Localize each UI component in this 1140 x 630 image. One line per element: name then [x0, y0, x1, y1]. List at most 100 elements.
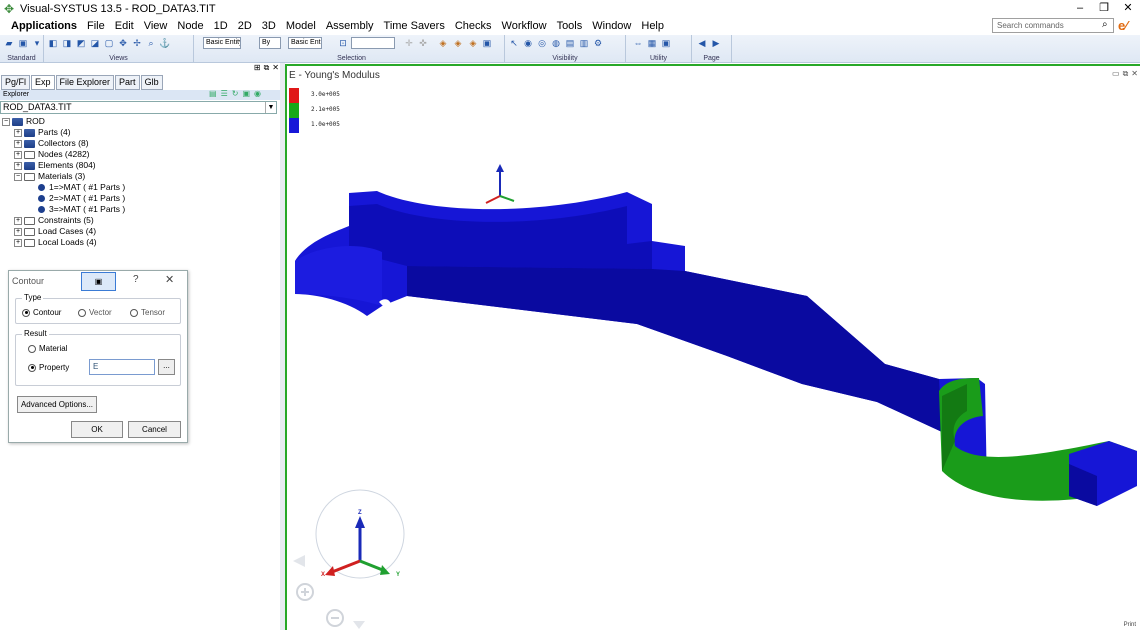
pick-icon[interactable]: ✛	[403, 37, 415, 49]
dialog-help-button[interactable]: ?	[133, 274, 139, 285]
show-icon[interactable]: ◍	[550, 37, 562, 49]
expand-icon[interactable]: +	[14, 128, 22, 137]
select-tool-icon[interactable]: ◈	[437, 37, 449, 49]
pin-icon[interactable]: ⊞	[254, 63, 261, 73]
minimize-button[interactable]: –	[1068, 0, 1092, 17]
zoom-icon[interactable]: ⌕	[145, 37, 157, 49]
page-prev-icon[interactable]: ◀	[696, 37, 708, 49]
view-top-icon[interactable]: ◨	[61, 37, 73, 49]
open-folder-icon[interactable]: ▰	[3, 37, 15, 49]
view-iso-icon[interactable]: ◩	[75, 37, 87, 49]
vector-radio[interactable]: Vector	[78, 308, 112, 317]
advanced-options-button[interactable]: Advanced Options...	[17, 396, 97, 413]
collapse-icon[interactable]: −	[2, 117, 10, 126]
menu-applications[interactable]: Applications	[6, 17, 82, 35]
contour-radio[interactable]: Contour	[22, 308, 61, 317]
graphics-viewport[interactable]: E - Young's Modulus ▭ ⧉ ✕ 3.0e+005 2.1e+…	[285, 64, 1140, 630]
select-by-select[interactable]: By	[259, 37, 281, 49]
search-icon[interactable]: ⌕	[1102, 19, 1108, 30]
tree-node-rod[interactable]: − ROD	[2, 116, 45, 127]
navigation-controls-icon[interactable]	[293, 555, 365, 629]
calculator-icon[interactable]: ▦	[646, 37, 658, 49]
entity-filter-select[interactable]: Basic Ent	[288, 37, 322, 49]
menu-tools[interactable]: Tools	[552, 17, 588, 35]
float-icon[interactable]: ⧉	[264, 63, 270, 73]
tree-node-collectors[interactable]: + Collectors (8)	[14, 138, 89, 149]
panel-close-icon[interactable]: ✕	[272, 63, 279, 73]
tree-node-loadcases[interactable]: + Load Cases (4)	[14, 226, 96, 237]
menu-node[interactable]: Node	[172, 17, 208, 35]
eye-icon[interactable]: ◉	[522, 37, 534, 49]
tree-node-nodes[interactable]: + Nodes (4282)	[14, 149, 90, 160]
menu-2d[interactable]: 2D	[233, 17, 257, 35]
file-select[interactable]: ROD_DATA3.TIT ▼	[0, 101, 277, 114]
select-more-icon[interactable]: ▣	[481, 37, 493, 49]
expand-icon[interactable]: +	[14, 161, 22, 170]
layout-icon[interactable]: ▣	[660, 37, 672, 49]
menu-checks[interactable]: Checks	[450, 17, 497, 35]
restore-button[interactable]: ❐	[1092, 0, 1116, 17]
select-tool3-icon[interactable]: ◈	[467, 37, 479, 49]
chevron-down-icon[interactable]: ▼	[265, 102, 276, 113]
tensor-radio[interactable]: Tensor	[130, 308, 165, 317]
pan-icon[interactable]: ✢	[131, 37, 143, 49]
expand-icon[interactable]: +	[14, 238, 22, 247]
menu-1d[interactable]: 1D	[209, 17, 233, 35]
dropdown-arrow-icon[interactable]: ▾	[31, 37, 43, 49]
tree-node-constraints[interactable]: + Constraints (5)	[14, 215, 94, 226]
menu-workflow[interactable]: Workflow	[497, 17, 552, 35]
visibility-filter-icon[interactable]: ▤	[564, 37, 576, 49]
expand-icon[interactable]: +	[14, 150, 22, 159]
view-wire-icon[interactable]: ▢	[103, 37, 115, 49]
expand-icon[interactable]: +	[14, 216, 22, 225]
tree-node-mat2[interactable]: 2=>MAT ( #1 Parts )	[38, 193, 125, 204]
view-shaded-icon[interactable]: ◪	[89, 37, 101, 49]
ok-button[interactable]: OK	[71, 421, 123, 438]
tab-part[interactable]: Part	[115, 75, 140, 90]
save-icon[interactable]: ▣	[17, 37, 29, 49]
selection-id-input[interactable]	[351, 37, 395, 49]
filter-icon[interactable]: ▤	[209, 89, 217, 99]
tab-file-explorer[interactable]: File Explorer	[55, 75, 115, 90]
rotate-icon[interactable]: ✥	[117, 37, 129, 49]
tab-pgfl[interactable]: Pg/Fl	[1, 75, 31, 90]
visibility-settings-icon[interactable]: ⚙	[592, 37, 604, 49]
refresh-icon[interactable]: ↻	[232, 89, 239, 99]
menu-help[interactable]: Help	[636, 17, 669, 35]
menu-3d[interactable]: 3D	[257, 17, 281, 35]
tab-exp[interactable]: Exp	[31, 75, 55, 90]
menu-window[interactable]: Window	[587, 17, 636, 35]
cursor-icon[interactable]: ↖	[508, 37, 520, 49]
visibility-group-icon[interactable]: ▥	[578, 37, 590, 49]
hide-icon[interactable]: ◎	[536, 37, 548, 49]
browse-button[interactable]: ...	[158, 359, 175, 375]
menu-assembly[interactable]: Assembly	[321, 17, 379, 35]
tab-glb[interactable]: Glb	[140, 75, 163, 90]
menu-file[interactable]: File	[82, 17, 110, 35]
page-next-icon[interactable]: ▶	[710, 37, 722, 49]
tree-node-local-loads[interactable]: + Local Loads (4)	[14, 237, 97, 248]
property-radio[interactable]: Property	[28, 363, 69, 372]
sort-icon[interactable]: ☰	[221, 89, 228, 99]
material-radio[interactable]: Material	[28, 344, 67, 353]
tree-node-mat1[interactable]: 1=>MAT ( #1 Parts )	[38, 182, 125, 193]
expand-icon[interactable]: +	[14, 139, 22, 148]
options-icon[interactable]: ◉	[254, 89, 261, 99]
menu-edit[interactable]: Edit	[110, 17, 139, 35]
expand-icon[interactable]: +	[14, 227, 22, 236]
dialog-pin-button[interactable]: ▣	[81, 272, 116, 291]
expand-icon[interactable]: ▣	[242, 89, 250, 99]
entity-type-select[interactable]: Basic Entity	[203, 37, 241, 49]
pick-all-icon[interactable]: ✜	[417, 37, 429, 49]
tree-node-parts[interactable]: + Parts (4)	[14, 127, 71, 138]
select-box-icon[interactable]: ⊡	[337, 37, 349, 49]
menu-time-savers[interactable]: Time Savers	[379, 17, 450, 35]
search-commands-input[interactable]: Search commands	[992, 18, 1114, 33]
cancel-button[interactable]: Cancel	[128, 421, 181, 438]
anchor-icon[interactable]: ⚓	[159, 37, 171, 49]
measure-icon[interactable]: ⇔	[632, 37, 644, 49]
tree-node-elements[interactable]: + Elements (804)	[14, 160, 96, 171]
collapse-icon[interactable]: −	[14, 172, 22, 181]
dialog-close-button[interactable]: ✕	[165, 273, 174, 286]
menu-model[interactable]: Model	[281, 17, 321, 35]
